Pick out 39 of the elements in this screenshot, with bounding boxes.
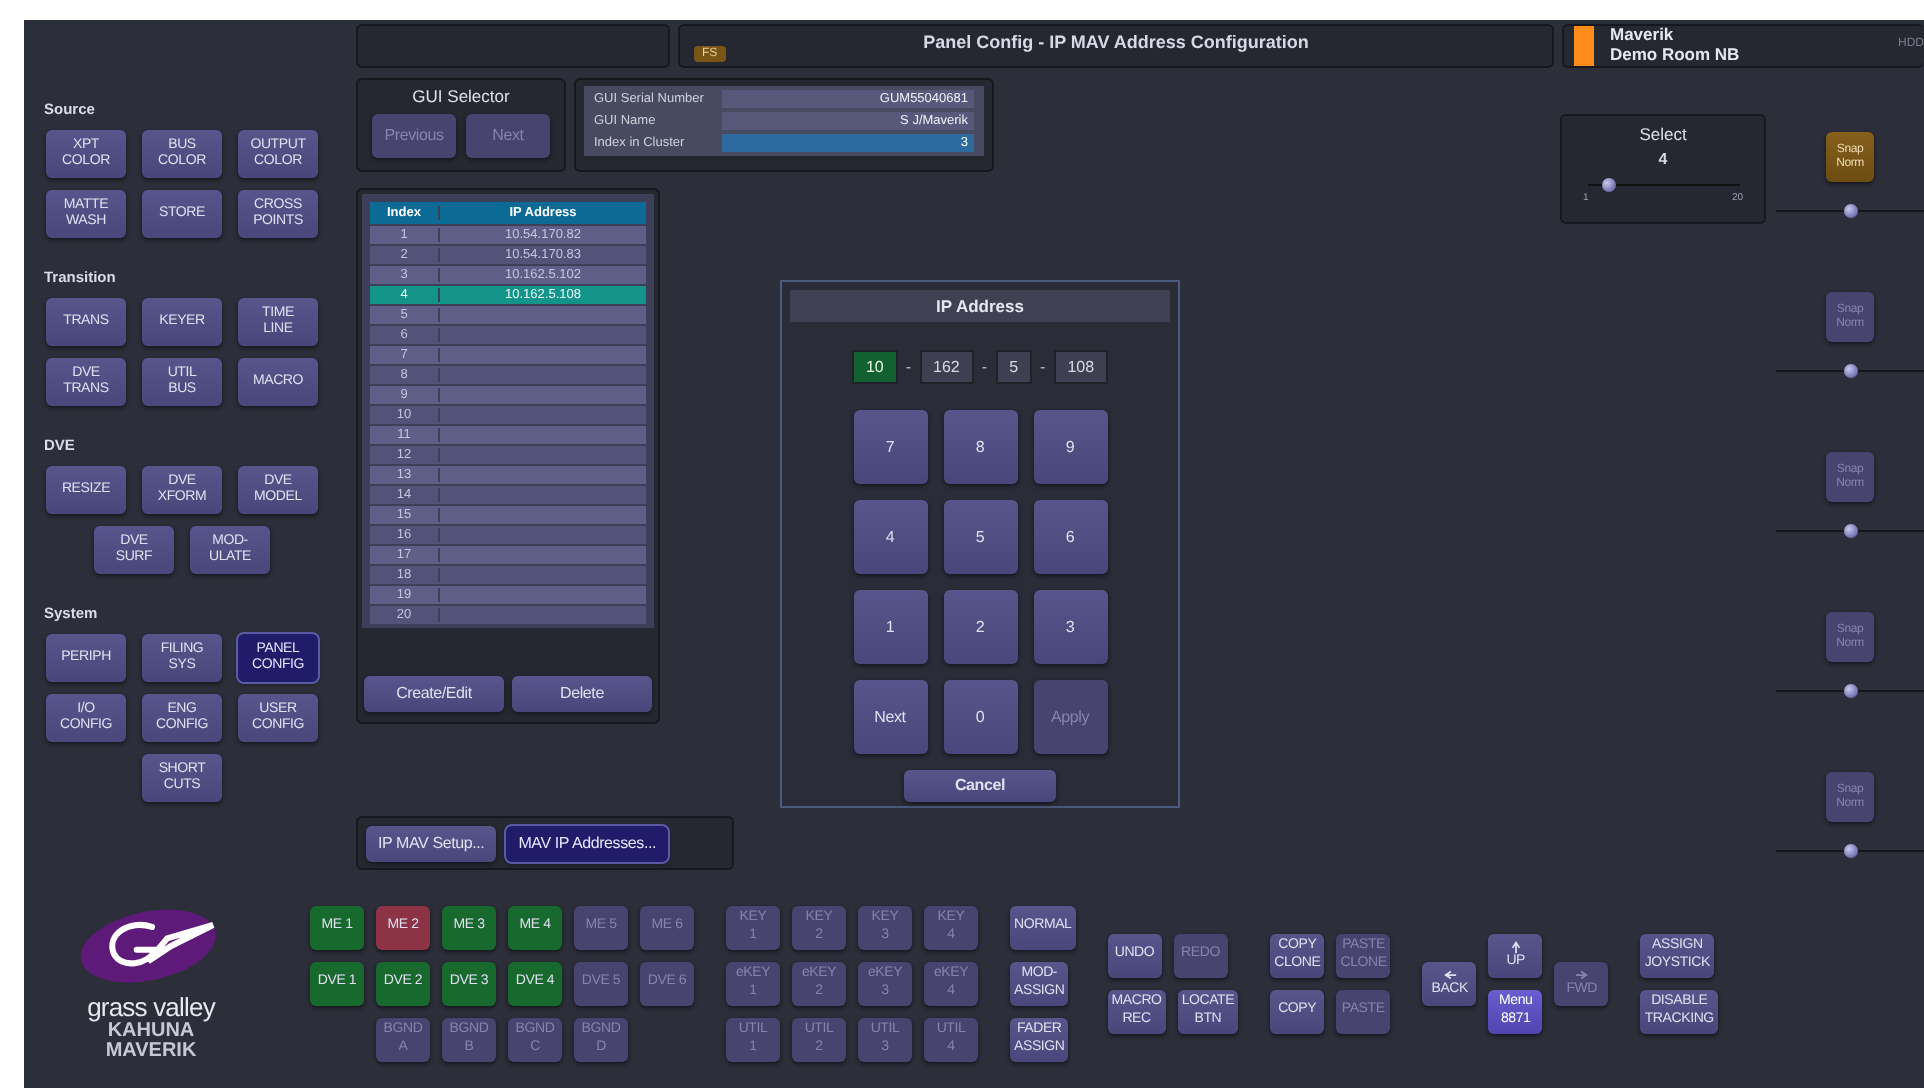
octet-field[interactable]: 10 <box>851 350 898 384</box>
select-value: 4 <box>1658 150 1668 168</box>
room-name: Demo Room NB <box>1610 46 1740 66</box>
keypad-button[interactable]: 8 <box>943 410 1017 484</box>
tab[interactable]: MAV IP Addresses... <box>506 825 669 861</box>
keypad-button[interactable]: 5 <box>943 500 1017 574</box>
keypad-button[interactable]: 3 <box>1033 590 1107 664</box>
arrow-icon <box>1441 967 1458 982</box>
brand-name: grass valley <box>87 991 215 1021</box>
device-name: Maverik <box>1610 26 1676 46</box>
action-button[interactable]: Delete <box>512 676 652 712</box>
action-button[interactable]: Create/Edit <box>364 676 504 712</box>
slider-thumb[interactable] <box>1602 178 1617 192</box>
page-title: Panel Config - IP MAV Address Configuration <box>923 32 1309 52</box>
keypad-button[interactable]: 9 <box>1033 410 1107 484</box>
slider-thumb[interactable] <box>1843 204 1857 218</box>
panel-title: Select <box>1639 124 1687 144</box>
keypad-button[interactable]: 1 <box>853 590 927 664</box>
keypad-button[interactable]: Next <box>853 680 927 754</box>
separator: - <box>981 358 988 376</box>
keypad-button[interactable]: 2 <box>943 590 1017 664</box>
separator: - <box>905 358 912 376</box>
arrow-icon <box>1573 967 1590 982</box>
keypad-button[interactable]: 6 <box>1033 500 1107 574</box>
arrow-icon <box>1507 939 1524 954</box>
octet-field[interactable]: 162 <box>919 350 974 384</box>
product-name: KAHUNA <box>107 1021 195 1042</box>
keypad-button[interactable]: 4 <box>853 500 927 574</box>
dialog-title: IP Address <box>790 290 1170 322</box>
model-name: MAVERIK <box>105 1042 197 1063</box>
cancel-button[interactable]: Cancel <box>904 770 1056 802</box>
octet-field[interactable]: 5 <box>995 350 1033 384</box>
panel-title: GUI Selector <box>412 86 510 106</box>
indicator-icon <box>1574 26 1594 66</box>
tab[interactable]: IP MAV Setup... <box>366 825 497 861</box>
keypad-button[interactable]: 0 <box>943 680 1017 754</box>
keypad-button[interactable]: 7 <box>853 410 927 484</box>
octet-field[interactable]: 108 <box>1053 350 1109 384</box>
separator: - <box>1040 358 1046 376</box>
